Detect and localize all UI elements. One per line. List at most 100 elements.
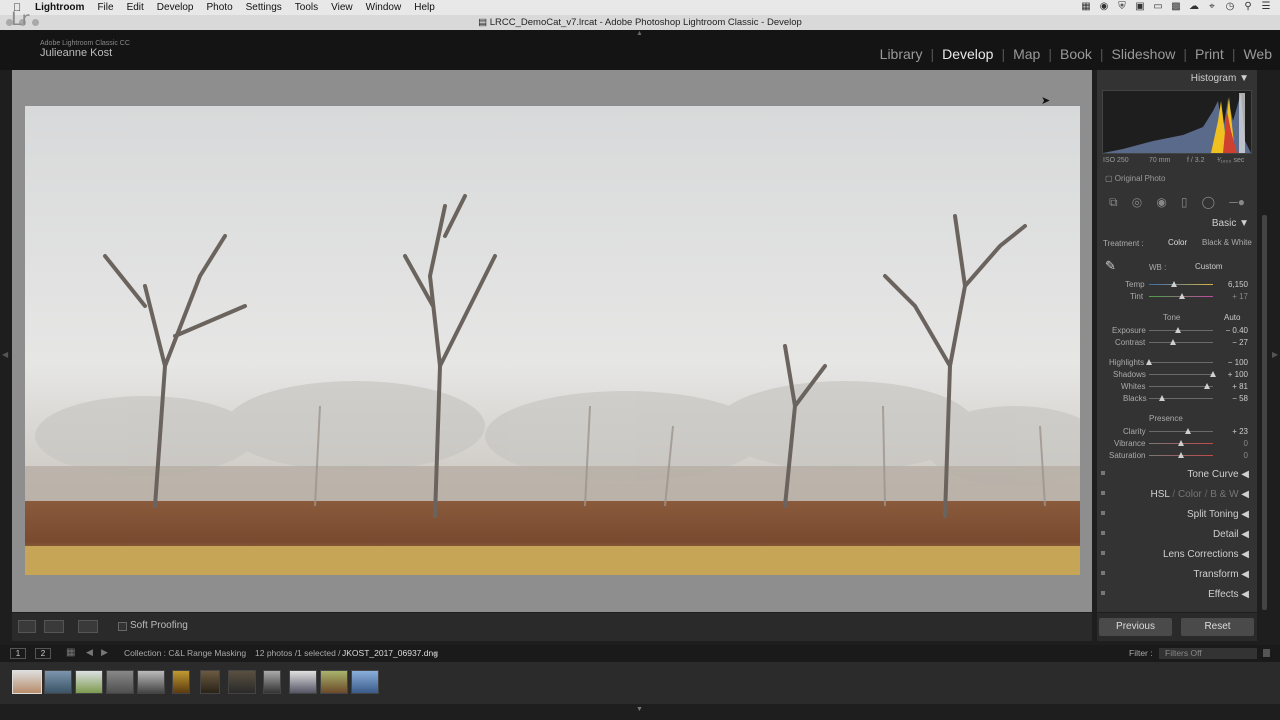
module-slideshow[interactable]: Slideshow (1104, 46, 1184, 62)
module-map[interactable]: Map (1005, 46, 1048, 62)
filename-dropdown-icon[interactable]: ▾ (434, 648, 438, 659)
exposure-value[interactable]: − 0.40 (1218, 326, 1248, 335)
white-balance-eyedropper-icon[interactable]: ✎ (1105, 258, 1116, 274)
effects-header[interactable]: Effects ◀ (1208, 589, 1249, 600)
monitor-icon[interactable]: ▭ (1152, 1, 1164, 13)
basic-header[interactable]: Basic ▼ (1212, 218, 1249, 229)
menu-settings[interactable]: Settings (246, 2, 282, 13)
top-panel-toggle-icon[interactable]: ▲ (636, 30, 643, 37)
reset-button[interactable]: Reset (1181, 618, 1254, 636)
module-library[interactable]: Library (872, 46, 931, 62)
bw-tab[interactable]: B & W (1210, 489, 1238, 500)
status-icon-1[interactable]: ▦ (1080, 1, 1092, 13)
contrast-slider[interactable] (1149, 342, 1213, 343)
panel-switch-icon[interactable] (1101, 551, 1105, 555)
display-icon[interactable]: ▣ (1134, 1, 1146, 13)
cloud-icon[interactable]: ☁ (1188, 1, 1200, 13)
shadows-value[interactable]: + 100 (1218, 370, 1248, 379)
filmstrip-thumbnail[interactable] (320, 670, 348, 694)
contrast-slider-knob[interactable] (1169, 339, 1176, 345)
menu-file[interactable]: File (97, 2, 113, 13)
exposure-slider-knob[interactable] (1175, 327, 1182, 333)
lens-corrections-header[interactable]: Lens Corrections ◀ (1163, 549, 1249, 560)
highlights-slider[interactable] (1149, 362, 1213, 363)
tone-curve-header[interactable]: Tone Curve ◀ (1187, 469, 1249, 480)
contrast-value[interactable]: − 27 (1218, 338, 1248, 347)
clarity-value[interactable]: + 23 (1218, 427, 1248, 436)
tint-slider-knob[interactable] (1179, 293, 1186, 299)
zoom-window-button[interactable] (32, 19, 39, 26)
transform-header[interactable]: Transform ◀ (1193, 569, 1249, 580)
panel-switch-icon[interactable] (1101, 531, 1105, 535)
treatment-bw-button[interactable]: Black & White (1202, 238, 1252, 247)
right-panel-toggle-icon[interactable]: ▶ (1272, 350, 1278, 359)
shield-icon[interactable]: ⛨ (1116, 1, 1128, 13)
back-arrow-icon[interactable]: ◀ (86, 647, 93, 658)
radial-filter-icon[interactable]: ◯ (1202, 195, 1215, 209)
clarity-slider[interactable] (1149, 431, 1213, 432)
detail-header[interactable]: Detail ◀ (1213, 529, 1249, 540)
creative-cloud-icon[interactable]: ◉ (1098, 1, 1110, 13)
menu-tools[interactable]: Tools (295, 2, 318, 13)
menu-edit[interactable]: Edit (127, 2, 144, 13)
blacks-slider-knob[interactable] (1159, 395, 1166, 401)
color-tab[interactable]: Color (1178, 489, 1202, 500)
vibrance-value[interactable]: 0 (1218, 439, 1248, 448)
filmstrip-thumbnail[interactable] (106, 670, 134, 694)
hsl-header[interactable]: HSL / Color / B & W ◀ (1151, 489, 1250, 500)
clock-icon[interactable]: ◷ (1224, 1, 1236, 13)
before-after-swap-button[interactable] (78, 620, 98, 633)
filmstrip-thumbnail[interactable] (44, 670, 72, 694)
filmstrip-thumbnail[interactable] (351, 670, 379, 694)
highlights-slider-knob[interactable] (1146, 359, 1152, 365)
filmstrip-thumbnail[interactable] (289, 670, 317, 694)
filmstrip-thumbnail[interactable] (228, 670, 256, 694)
right-panel-scrollbar[interactable] (1262, 215, 1267, 610)
filmstrip-thumbnail[interactable] (12, 670, 42, 694)
panel-switch-icon[interactable] (1101, 591, 1105, 595)
shadows-slider[interactable] (1149, 374, 1213, 375)
wifi-icon[interactable]: ⌖ (1206, 1, 1218, 13)
panel-switch-icon[interactable] (1101, 491, 1105, 495)
module-print[interactable]: Print (1187, 46, 1232, 62)
hsl-tab[interactable]: HSL (1151, 489, 1170, 500)
panel-switch-icon[interactable] (1101, 571, 1105, 575)
whites-value[interactable]: + 81 (1218, 382, 1248, 391)
histogram-graph[interactable] (1102, 90, 1252, 154)
shadows-slider-knob[interactable] (1210, 371, 1216, 377)
split-toning-header[interactable]: Split Toning ◀ (1187, 509, 1249, 520)
clarity-slider-knob[interactable] (1185, 428, 1192, 434)
bottom-panel-toggle-icon[interactable]: ▼ (636, 706, 643, 713)
filter-preset-select[interactable]: Filters Off (1159, 648, 1257, 659)
search-icon[interactable]: ⚲ (1242, 1, 1254, 13)
forward-arrow-icon[interactable]: ▶ (101, 647, 108, 658)
temp-value[interactable]: 6,150 (1218, 280, 1248, 289)
tone-auto-button[interactable]: Auto (1224, 313, 1240, 322)
screen-icon[interactable]: ▩ (1170, 1, 1182, 13)
highlights-value[interactable]: − 100 (1218, 358, 1248, 367)
original-photo-label[interactable]: ▢ Original Photo (1105, 174, 1165, 183)
menu-develop[interactable]: Develop (157, 2, 194, 13)
blacks-value[interactable]: − 58 (1218, 394, 1248, 403)
temp-slider-knob[interactable] (1170, 281, 1177, 287)
panel-switch-icon[interactable] (1101, 511, 1105, 515)
menu-help[interactable]: Help (414, 2, 435, 13)
main-window-button[interactable]: 1 (10, 648, 26, 659)
histogram-header[interactable]: Histogram ▼ (1191, 73, 1249, 84)
selected-filename[interactable]: JKOST_2017_06937.dng (342, 648, 438, 658)
soft-proofing-checkbox[interactable] (118, 622, 127, 631)
filmstrip-thumbnail[interactable] (172, 670, 190, 694)
filmstrip-thumbnail[interactable] (75, 670, 103, 694)
wb-preset-select[interactable]: Custom (1195, 262, 1223, 271)
menu-photo[interactable]: Photo (207, 2, 233, 13)
module-web[interactable]: Web (1235, 46, 1280, 62)
grid-view-icon[interactable]: ▦ (66, 647, 75, 658)
before-after-button[interactable] (44, 620, 64, 633)
saturation-value[interactable]: 0 (1218, 451, 1248, 460)
module-develop[interactable]: Develop (934, 46, 1001, 62)
filmstrip-thumbnail[interactable] (200, 670, 220, 694)
saturation-slider-knob[interactable] (1178, 452, 1184, 458)
filter-lock-icon[interactable] (1263, 649, 1270, 657)
red-eye-icon[interactable]: ◉ (1156, 195, 1166, 209)
spot-removal-icon[interactable]: ◎ (1132, 195, 1142, 209)
